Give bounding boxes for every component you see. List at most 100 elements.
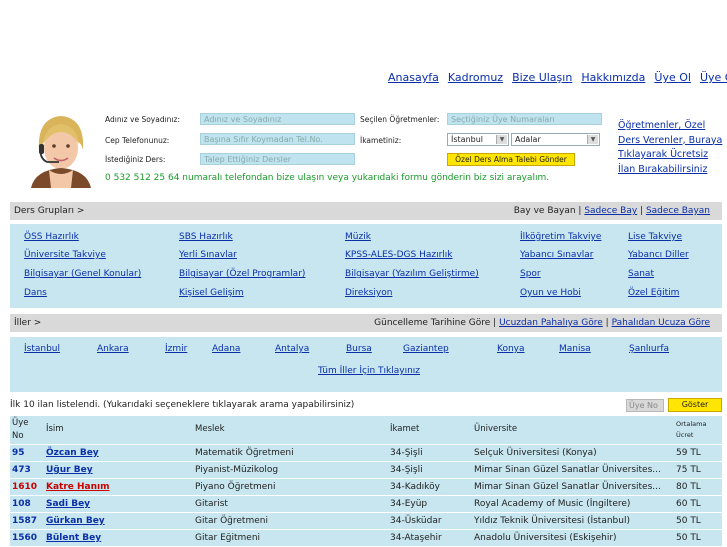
city-select[interactable]: İstanbul ▼ (447, 133, 509, 146)
member-number: 1610 (12, 482, 38, 492)
member-number: 1560 (12, 533, 38, 543)
member-name-link[interactable]: Katre Hanım (46, 482, 110, 492)
chevron-down-icon: ▼ (496, 135, 507, 144)
fee-cell: 50 TL (676, 533, 701, 543)
university-cell: Royal Academy of Music (İngiltere) (474, 499, 631, 509)
col-fee-2: Ücret (676, 431, 694, 439)
teachers-field[interactable]: Seçtiğiniz Üye Numaraları (447, 113, 602, 125)
group-link[interactable]: Özel Eğitim (628, 288, 679, 298)
member-number: 108 (12, 499, 31, 509)
group-link[interactable]: SBS Hazırlık (179, 232, 233, 242)
city-link[interactable]: Antalya (275, 344, 309, 354)
col-job: Meslek (195, 424, 225, 434)
member-name-link[interactable]: Gürkan Bey (46, 516, 105, 526)
nav-uye-girisi[interactable]: Üye Girişi (700, 71, 727, 84)
group-link[interactable]: Spor (520, 269, 541, 279)
free-listing-link[interactable]: Öğretmenler, Özel Ders Verenler, Buraya … (618, 120, 722, 175)
name-field[interactable]: Adınız ve Soyadınız (200, 113, 355, 125)
group-link[interactable]: Üniversite Takviye (24, 250, 106, 260)
fee-cell: 80 TL (676, 482, 701, 492)
group-link[interactable]: Bilgisayar (Yazılım Geliştirme) (345, 269, 479, 279)
nav-bize-ulasin[interactable]: Bize Ulaşın (512, 71, 572, 84)
lesson-field[interactable]: Talep Ettiğiniz Dersler (200, 153, 355, 165)
table-row: 473 Uğur Bey Piyanist-Müzikolog 34-Şişli Mim… (10, 462, 722, 479)
sort-cheap-link[interactable]: Ucuzdan Pahalıya Göre (499, 318, 603, 328)
table-row: 108 Sadi Bey Gitarist 34-Eyüp Royal Academy … (10, 496, 722, 513)
group-link[interactable]: Yerli Sınavlar (179, 250, 237, 260)
city-link[interactable]: Manisa (559, 344, 591, 354)
group-link[interactable]: Müzik (345, 232, 371, 242)
table-row: 1587 Gürkan Bey Gitar Öğretmeni 34-Üsküdar Y… (10, 513, 722, 530)
city-link[interactable]: Konya (497, 344, 525, 354)
residence-cell: 34-Şişli (390, 465, 423, 475)
cities-panel: İstanbul Ankara İzmir Adana Antalya Burs… (10, 337, 722, 392)
university-cell: Yıldız Teknik Üniversitesi (İstanbul) (474, 516, 630, 526)
group-link[interactable]: Bilgisayar (Genel Konular) (24, 269, 141, 279)
nav-anasayfa[interactable]: Anasayfa (388, 71, 439, 84)
group-link[interactable]: Lise Takviye (628, 232, 682, 242)
sort-expensive-link[interactable]: Pahalıdan Ucuza Göre (612, 318, 710, 328)
nav-kadromuz[interactable]: Kadromuz (448, 71, 503, 84)
groups-panel: ÖSS Hazırlık SBS Hazırlık Müzik İlköğret… (10, 224, 722, 308)
group-link[interactable]: Dans (24, 288, 47, 298)
table-header: Üye No İsim Meslek İkamet Üniversite Ort… (10, 416, 722, 444)
col-fee-1: Ortalama (676, 420, 707, 428)
name-label: Adınız ve Soyadınız: (105, 115, 180, 124)
lesson-label: İstediğiniz Ders: (105, 155, 166, 164)
phone-label: Cep Telefonunuz: (105, 136, 170, 145)
show-button[interactable]: Göster (668, 398, 722, 412)
table-row: 95 Özcan Bey Matematik Öğretmeni 34-Şişli Se… (10, 445, 722, 462)
filter-male-link[interactable]: Sadece Bay (584, 206, 637, 216)
group-link[interactable]: İlköğretim Takviye (520, 232, 601, 242)
residence-cell: 34-Kadıköy (390, 482, 440, 492)
member-number: 95 (12, 448, 25, 458)
city-link[interactable]: İzmir (165, 344, 187, 354)
list-info: İlk 10 ilan listelendi. (Yukarıdaki seçe… (10, 400, 355, 410)
city-link[interactable]: Ankara (97, 344, 129, 354)
group-link[interactable]: Kişisel Gelişim (179, 288, 244, 298)
filter-female-link[interactable]: Sadece Bayan (646, 206, 710, 216)
member-name-link[interactable]: Özcan Bey (46, 448, 99, 458)
job-cell: Gitar Öğretmeni (195, 516, 268, 526)
group-link[interactable]: Direksiyon (345, 288, 392, 298)
group-link[interactable]: Yabancı Sınavlar (520, 250, 594, 260)
phone-field[interactable]: Başına Sıfır Koymadan Tel.No. (200, 133, 355, 145)
group-link[interactable]: ÖSS Hazırlık (24, 232, 79, 242)
operator-avatar-icon (21, 108, 101, 188)
group-link[interactable]: Bilgisayar (Özel Programlar) (179, 269, 305, 279)
job-cell: Gitarist (195, 499, 228, 509)
nav-uye-ol[interactable]: Üye Ol (654, 71, 691, 84)
city-link[interactable]: Şanlıurfa (629, 344, 669, 354)
member-number: 473 (12, 465, 31, 475)
district-select[interactable]: Adalar ▼ (511, 133, 600, 146)
member-name-link[interactable]: Bülent Bey (46, 533, 101, 543)
member-number-input[interactable]: Üye No (626, 399, 664, 412)
university-cell: Anadolu Üniversitesi (Eskişehir) (474, 533, 617, 543)
member-name-link[interactable]: Uğur Bey (46, 465, 93, 475)
fee-cell: 59 TL (676, 448, 701, 458)
job-cell: Gitar Eğitmeni (195, 533, 261, 543)
gender-filter-prefix: Bay ve Bayan | (513, 206, 582, 216)
group-link[interactable]: Oyun ve Hobi (520, 288, 581, 298)
group-link[interactable]: KPSS-ALES-DGS Hazırlık (345, 250, 453, 260)
city-link[interactable]: Bursa (346, 344, 372, 354)
gender-filter-sep: | (637, 206, 646, 216)
city-link[interactable]: İstanbul (24, 344, 60, 354)
gender-filter: Bay ve Bayan | Sadece Bay | Sadece Bayan (514, 206, 710, 216)
group-link[interactable]: Yabancı Diller (628, 250, 689, 260)
group-link[interactable]: Sanat (628, 269, 654, 279)
residence-cell: 34-Şişli (390, 448, 423, 458)
city-link[interactable]: Adana (212, 344, 240, 354)
nav-hakkimizda[interactable]: Hakkımızda (581, 71, 645, 84)
member-name-link[interactable]: Sadi Bey (46, 499, 90, 509)
sort-options: Güncelleme Tarihine Göre | Ucuzdan Pahal… (374, 318, 710, 328)
job-cell: Piyano Öğretmeni (195, 482, 276, 492)
residence-label: İkametiniz: (360, 136, 402, 145)
university-cell: Mimar Sinan Güzel Sanatlar Üniversites..… (474, 465, 661, 475)
member-number: 1587 (12, 516, 38, 526)
all-cities-link[interactable]: Tüm İller İçin Tıklayınız (318, 366, 420, 376)
city-link[interactable]: Gaziantep (403, 344, 449, 354)
support-avatar (21, 108, 101, 188)
submit-request-button[interactable]: Özel Ders Alma Talebi Gönder (447, 153, 575, 166)
table-row: 1610 Katre Hanım Piyano Öğretmeni 34-Kadıkö… (10, 479, 722, 496)
